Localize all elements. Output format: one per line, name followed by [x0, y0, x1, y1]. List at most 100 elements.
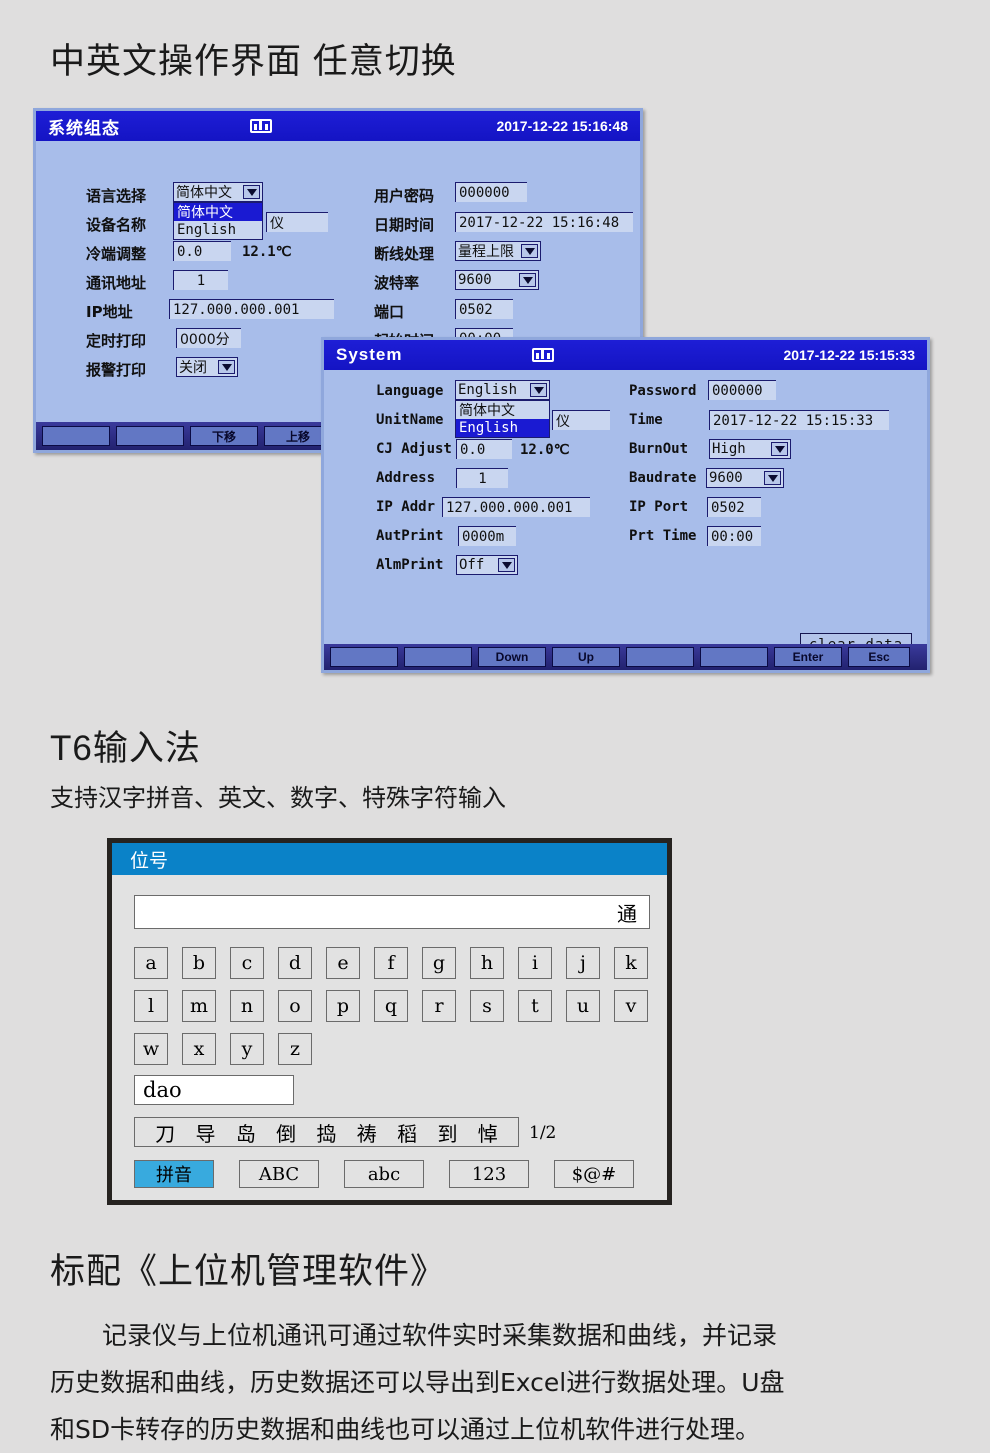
key-e[interactable]: e	[326, 947, 360, 979]
chevron-down-icon[interactable]	[498, 558, 515, 572]
candidate-5[interactable]: 捣	[316, 1118, 336, 1147]
key-x[interactable]: x	[182, 1033, 216, 1065]
chevron-down-icon[interactable]	[530, 383, 547, 397]
function-button-6-en[interactable]	[700, 647, 768, 667]
dropdown-language-en-list[interactable]: 简体中文 English	[455, 400, 550, 438]
key-n[interactable]: n	[230, 990, 264, 1022]
candidate-3[interactable]: 岛	[236, 1118, 256, 1147]
candidate-2[interactable]: 导	[195, 1118, 215, 1147]
key-l[interactable]: l	[134, 990, 168, 1022]
chevron-down-icon[interactable]	[764, 471, 781, 485]
dropdown-option-chinese[interactable]: 简体中文	[456, 401, 549, 419]
function-button-2-en[interactable]	[404, 647, 472, 667]
candidate-8[interactable]: 到	[437, 1118, 457, 1147]
key-v[interactable]: v	[614, 990, 648, 1022]
function-button-1-en[interactable]	[330, 647, 398, 667]
waveform-icon	[532, 348, 554, 362]
select-language-cn[interactable]: 简体中文	[173, 182, 263, 202]
dialog-t6-input-method[interactable]: 位号 通 a b c d e f g h i j k l m n o p q r…	[107, 838, 672, 1205]
candidate-4[interactable]: 倒	[276, 1118, 296, 1147]
key-s[interactable]: s	[470, 990, 504, 1022]
label-burnout-en: BurnOut	[629, 441, 689, 457]
select-baudrate-cn[interactable]: 9600	[455, 270, 539, 290]
key-a[interactable]: a	[134, 947, 168, 979]
field-time-en[interactable]: 2017-12-22 15:15:33	[709, 410, 889, 430]
dropdown-option-english[interactable]: English	[174, 221, 262, 239]
key-i[interactable]: i	[518, 947, 552, 979]
key-r[interactable]: r	[422, 990, 456, 1022]
key-y[interactable]: y	[230, 1033, 264, 1065]
section-title-pc-software: 标配《上位机管理软件》	[50, 1252, 447, 1291]
key-t[interactable]: t	[518, 990, 552, 1022]
field-address-cn[interactable]: 1	[173, 270, 228, 290]
field-port-cn[interactable]: 0502	[455, 299, 513, 319]
select-baudrate-en[interactable]: 9600	[706, 468, 784, 488]
mode-button-symbols[interactable]: $@#	[554, 1160, 634, 1188]
key-o[interactable]: o	[278, 990, 312, 1022]
select-language-en[interactable]: English	[455, 380, 550, 400]
key-g[interactable]: g	[422, 947, 456, 979]
select-burnout-cn[interactable]: 量程上限	[455, 241, 541, 261]
field-datetime-cn[interactable]: 2017-12-22 15:16:48	[455, 212, 633, 232]
key-f[interactable]: f	[374, 947, 408, 979]
function-button-1-cn[interactable]	[42, 426, 110, 446]
tag-name-input[interactable]: 通	[134, 895, 650, 929]
mode-button-abc-upper[interactable]: ABC	[239, 1160, 319, 1188]
function-button-5-en[interactable]	[626, 647, 694, 667]
function-button-down-en[interactable]: Down	[478, 647, 546, 667]
chevron-down-icon[interactable]	[771, 442, 788, 456]
key-d[interactable]: d	[278, 947, 312, 979]
field-port-en[interactable]: 0502	[707, 497, 761, 517]
field-password-en[interactable]: 000000	[708, 380, 776, 400]
field-address-en[interactable]: 1	[456, 468, 508, 488]
dropdown-option-chinese[interactable]: 简体中文	[174, 203, 262, 221]
key-c[interactable]: c	[230, 947, 264, 979]
candidate-6[interactable]: 祷	[357, 1118, 377, 1147]
dialog-en-function-bar[interactable]: Down Up Enter Esc	[324, 644, 927, 670]
field-password-cn[interactable]: 000000	[455, 182, 527, 202]
pinyin-buffer-input[interactable]: dao	[134, 1075, 294, 1105]
function-button-enter-en[interactable]: Enter	[774, 647, 842, 667]
key-q[interactable]: q	[374, 990, 408, 1022]
chevron-down-icon[interactable]	[519, 273, 536, 287]
candidate-7[interactable]: 稻	[397, 1118, 417, 1147]
field-ip-address-en[interactable]: 127.000.000.001	[442, 497, 590, 517]
key-b[interactable]: b	[182, 947, 216, 979]
field-autprint-cn[interactable]: 0000分	[176, 328, 241, 348]
mode-button-numeric[interactable]: 123	[449, 1160, 529, 1188]
select-burnout-en[interactable]: High	[709, 439, 791, 459]
key-u[interactable]: u	[566, 990, 600, 1022]
chevron-down-icon[interactable]	[243, 185, 260, 199]
field-ip-address-cn[interactable]: 127.000.000.001	[169, 299, 334, 319]
key-p[interactable]: p	[326, 990, 360, 1022]
function-button-esc-en[interactable]: Esc	[848, 647, 910, 667]
field-prttime-en[interactable]: 00:00	[707, 526, 761, 546]
dialog-system-config-english[interactable]: System 2017-12-22 15:15:33 Language Engl…	[321, 337, 930, 673]
field-unitname-cn[interactable]: 仪	[266, 212, 328, 232]
function-button-up-en[interactable]: Up	[552, 647, 620, 667]
key-w[interactable]: w	[134, 1033, 168, 1065]
mode-button-abc-lower[interactable]: abc	[344, 1160, 424, 1188]
candidate-1[interactable]: 刀	[155, 1118, 175, 1147]
dropdown-option-english[interactable]: English	[456, 419, 549, 437]
chevron-down-icon[interactable]	[218, 360, 235, 374]
field-cj-adjust-en[interactable]: 0.0	[456, 439, 512, 459]
key-h[interactable]: h	[470, 947, 504, 979]
key-m[interactable]: m	[182, 990, 216, 1022]
dropdown-language-cn-list[interactable]: 简体中文 English	[173, 202, 263, 240]
key-j[interactable]: j	[566, 947, 600, 979]
field-cj-adjust-cn[interactable]: 0.0	[173, 241, 231, 261]
select-almprint-cn[interactable]: 关闭	[176, 357, 238, 377]
dialog-en-clock: 2017-12-22 15:15:33	[783, 347, 915, 363]
chevron-down-icon[interactable]	[521, 244, 538, 258]
select-almprint-en[interactable]: Off	[456, 555, 518, 575]
key-z[interactable]: z	[278, 1033, 312, 1065]
function-button-down-cn[interactable]: 下移	[190, 426, 258, 446]
mode-button-pinyin[interactable]: 拼音	[134, 1160, 214, 1188]
function-button-2-cn[interactable]	[116, 426, 184, 446]
candidate-list[interactable]: 刀 导 岛 倒 捣 祷 稻 到 悼	[134, 1117, 519, 1147]
field-autprint-en[interactable]: 0000m	[458, 526, 516, 546]
field-unitname-en[interactable]: 仪	[552, 410, 610, 430]
candidate-9[interactable]: 悼	[478, 1118, 498, 1147]
key-k[interactable]: k	[614, 947, 648, 979]
